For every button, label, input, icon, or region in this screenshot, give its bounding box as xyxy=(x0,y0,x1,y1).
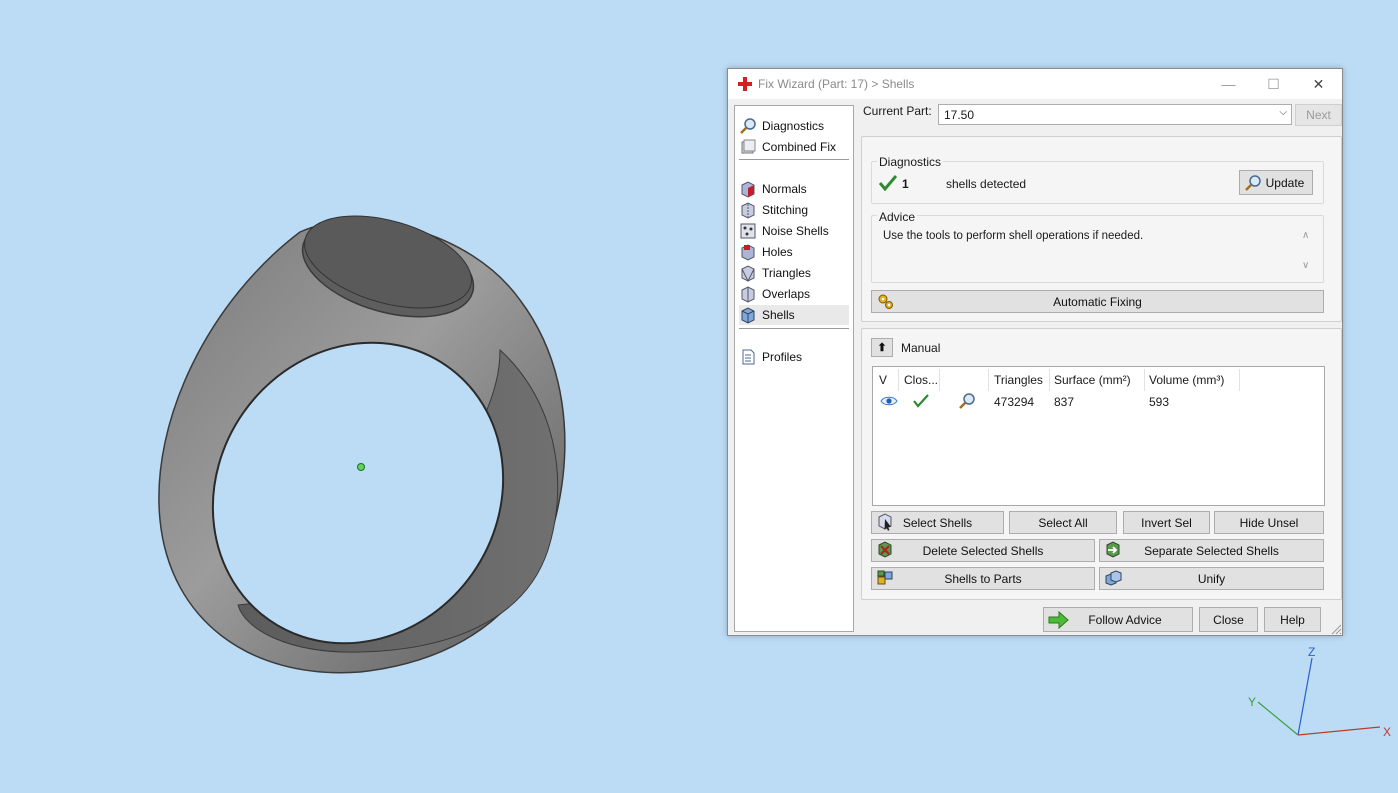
z-axis-label: Z xyxy=(1308,645,1315,659)
arrow-right-icon xyxy=(1048,611,1069,629)
magnifier-icon[interactable] xyxy=(958,392,976,410)
magnifier-icon xyxy=(740,118,756,134)
nav-item-overlaps[interactable]: Overlaps xyxy=(739,284,849,304)
separate-selected-shells-button[interactable]: Separate Selected Shells xyxy=(1099,539,1324,562)
update-button[interactable]: Update xyxy=(1239,170,1313,195)
advice-group xyxy=(871,215,1324,283)
shells-detected-text: shells detected xyxy=(946,177,1027,191)
follow-advice-button[interactable]: Follow Advice xyxy=(1043,607,1193,632)
triangles-icon xyxy=(741,265,755,282)
diagnostics-panel: Diagnostics 1 shells detected Update Adv… xyxy=(861,136,1342,322)
axis-triad: Z Y X xyxy=(1248,645,1391,739)
closed-check-icon xyxy=(913,394,929,408)
separate-shell-icon xyxy=(1106,541,1120,558)
column-closed[interactable]: Clos... xyxy=(900,369,940,391)
close-button[interactable]: Close xyxy=(1199,607,1258,632)
fix-wizard-dialog: Fix Wizard (Part: 17) > Shells — ☐ ✕ Dia… xyxy=(727,68,1343,636)
minimize-button[interactable]: — xyxy=(1206,69,1251,99)
nav-item-diagnostics[interactable]: Diagnostics xyxy=(739,116,849,136)
chevron-down-icon: ⌵ xyxy=(1279,107,1287,118)
select-shells-button[interactable]: Select Shells xyxy=(871,511,1004,534)
normals-icon xyxy=(741,181,755,198)
gears-icon xyxy=(878,294,893,309)
diagnostics-title: Diagnostics xyxy=(877,155,944,169)
nav-divider xyxy=(739,328,849,329)
nav-item-stitching[interactable]: Stitching xyxy=(739,200,849,220)
nav-item-triangles[interactable]: Triangles xyxy=(739,263,849,283)
shells-to-parts-button[interactable]: Shells to Parts xyxy=(871,567,1095,590)
collapse-manual-button[interactable]: ⬆ xyxy=(871,338,893,357)
red-cross-icon xyxy=(738,77,752,91)
nav-item-noise-shells[interactable]: Noise Shells xyxy=(739,221,849,241)
shells-to-parts-icon xyxy=(877,570,893,585)
scroll-down-icon[interactable]: ∨ xyxy=(1302,260,1309,271)
dialog-title: Fix Wizard (Part: 17) > Shells xyxy=(758,77,915,91)
eye-icon[interactable] xyxy=(880,395,898,407)
maximize-button[interactable]: ☐ xyxy=(1251,69,1296,99)
nav-item-holes[interactable]: Holes xyxy=(739,242,849,262)
column-visible[interactable]: V xyxy=(875,369,899,391)
shells-table[interactable]: V Clos... Triangles Surface (mm²) Volume… xyxy=(872,366,1325,506)
hide-unsel-button[interactable]: Hide Unsel xyxy=(1214,511,1324,534)
automatic-fixing-button[interactable]: Automatic Fixing xyxy=(871,290,1324,313)
current-part-select[interactable]: 17.50 ⌵ xyxy=(938,104,1292,125)
nav-item-profiles[interactable]: Profiles xyxy=(739,347,849,367)
checkmark-icon xyxy=(879,175,897,191)
shells-icon xyxy=(741,307,755,324)
select-cursor-icon xyxy=(878,513,892,531)
cell-triangles: 473294 xyxy=(994,395,1035,409)
delete-selected-shells-button[interactable]: Delete Selected Shells xyxy=(871,539,1095,562)
current-part-label: Current Part: xyxy=(863,104,932,118)
column-triangles[interactable]: Triangles xyxy=(990,369,1050,391)
pivot-point-icon xyxy=(357,463,365,471)
invert-sel-button[interactable]: Invert Sel xyxy=(1123,511,1210,534)
stitching-icon xyxy=(741,202,755,219)
column-inspect[interactable] xyxy=(941,369,989,391)
x-axis-label: X xyxy=(1383,725,1391,739)
shell-count: 1 xyxy=(902,177,909,191)
manual-title: Manual xyxy=(901,341,941,355)
y-axis-label: Y xyxy=(1248,695,1256,709)
nav-divider xyxy=(739,159,849,160)
scroll-up-icon[interactable]: ∧ xyxy=(1302,230,1309,241)
magnifier-icon xyxy=(1245,175,1261,191)
cell-volume: 593 xyxy=(1149,395,1170,409)
advice-text: Use the tools to perform shell operation… xyxy=(883,230,1144,242)
delete-shell-icon xyxy=(878,541,892,558)
combined-fix-icon xyxy=(741,139,756,154)
next-button[interactable]: Next xyxy=(1295,104,1342,126)
unify-icon xyxy=(1105,570,1122,586)
document-icon xyxy=(742,349,755,365)
cell-surface: 837 xyxy=(1054,395,1075,409)
nav-item-normals[interactable]: Normals xyxy=(739,179,849,199)
overlaps-icon xyxy=(741,286,755,303)
nav-item-combined-fix[interactable]: Combined Fix xyxy=(739,137,849,157)
resize-grip-icon[interactable] xyxy=(1330,623,1342,635)
noise-shells-icon xyxy=(740,223,756,239)
unify-button[interactable]: Unify xyxy=(1099,567,1324,590)
title-bar[interactable]: Fix Wizard (Part: 17) > Shells — ☐ ✕ xyxy=(728,69,1342,99)
column-volume[interactable]: Volume (mm³) xyxy=(1145,369,1240,391)
fix-category-list: Diagnostics Combined Fix Normals Stitchi… xyxy=(734,105,854,632)
nav-item-shells[interactable]: Shells xyxy=(739,305,849,325)
x-axis-line xyxy=(1297,726,1381,736)
help-button[interactable]: Help xyxy=(1264,607,1321,632)
y-axis-line xyxy=(1257,701,1299,736)
holes-icon xyxy=(741,244,755,261)
close-window-button[interactable]: ✕ xyxy=(1296,69,1341,99)
z-axis-line xyxy=(1297,657,1313,736)
advice-title: Advice xyxy=(877,210,918,224)
column-surface[interactable]: Surface (mm²) xyxy=(1050,369,1145,391)
select-all-button[interactable]: Select All xyxy=(1009,511,1117,534)
